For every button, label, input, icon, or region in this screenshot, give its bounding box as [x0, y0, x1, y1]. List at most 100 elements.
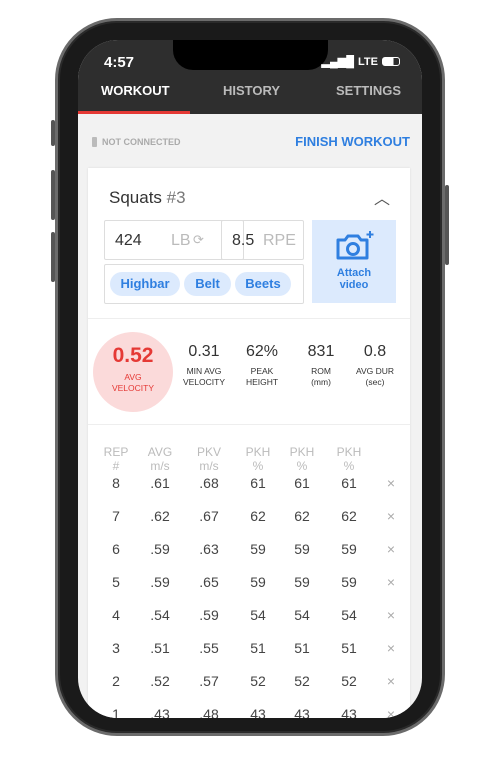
- attach-label-1: Attach: [336, 267, 372, 279]
- header-bar: 4:57 ▂▄▆█ LTE WORKOUT HISTORY SETTINGS: [78, 40, 422, 114]
- exercise-name: Squats: [109, 188, 162, 207]
- convert-unit-icon[interactable]: ⟳: [193, 232, 204, 248]
- delete-rep-icon[interactable]: ×: [371, 706, 411, 718]
- set-number: #3: [166, 188, 186, 207]
- rpe-unit: RPE: [263, 232, 296, 249]
- table-cell: 59: [250, 574, 266, 590]
- table-cell: 59: [250, 541, 266, 557]
- column-header: PKV m/s: [189, 445, 229, 473]
- volume-up-button: [51, 170, 55, 220]
- tag-chip[interactable]: Highbar: [110, 272, 180, 296]
- table-cell: 62: [250, 508, 266, 524]
- stat-value: 62%: [245, 343, 279, 360]
- attach-label-2: video: [339, 279, 369, 291]
- table-cell: 43: [294, 706, 310, 718]
- stat-peak-height: 62% PEAK HEIGHT: [232, 343, 292, 388]
- table-cell: .48: [199, 706, 219, 718]
- table-cell: 52: [250, 673, 266, 689]
- tab-settings[interactable]: SETTINGS: [336, 83, 401, 98]
- weight-value: 424: [115, 232, 142, 249]
- table-cell: .59: [150, 574, 170, 590]
- header-line: PKV: [196, 445, 221, 459]
- table-cell: 59: [294, 541, 310, 557]
- delete-rep-icon[interactable]: ×: [371, 640, 411, 656]
- attach-video-button[interactable]: Attach video: [312, 220, 396, 303]
- tag-chip[interactable]: Beets: [235, 272, 291, 296]
- table-cell: 1: [112, 706, 120, 718]
- header-line: %: [296, 459, 308, 473]
- mute-switch: [51, 120, 55, 146]
- connection-status: NOT CONNECTED: [92, 137, 181, 147]
- finish-workout-button[interactable]: FINISH WORKOUT: [295, 134, 410, 149]
- table-cell: .65: [199, 574, 219, 590]
- table-cell: 8: [112, 475, 120, 491]
- stat-label: VELOCITY: [182, 377, 226, 387]
- delete-rep-icon[interactable]: ×: [371, 508, 411, 524]
- stat-value: 0.31: [188, 343, 220, 360]
- divider: [88, 424, 410, 425]
- table-cell: 43: [250, 706, 266, 718]
- table-cell: .57: [199, 673, 219, 689]
- stat-label: ROM: [311, 366, 331, 376]
- tab-workout[interactable]: WORKOUT: [101, 83, 170, 98]
- column-header: REP #: [96, 445, 136, 473]
- table-cell: .51: [150, 640, 170, 656]
- avg-velocity-label: AVG: [124, 372, 142, 382]
- stat-label: (sec): [365, 377, 385, 387]
- delete-rep-icon[interactable]: ×: [371, 541, 411, 557]
- table-cell: .63: [199, 541, 219, 557]
- table-cell: 62: [341, 508, 357, 524]
- avg-velocity-highlight: 0.52 AVG VELOCITY: [93, 332, 173, 412]
- table-cell: 7: [112, 508, 120, 524]
- table-cell: 51: [341, 640, 357, 656]
- header-line: AVG: [147, 445, 173, 459]
- tag-chip[interactable]: Belt: [184, 272, 231, 296]
- table-cell: .62: [150, 508, 170, 524]
- stat-label: (mm): [311, 377, 331, 387]
- delete-rep-icon[interactable]: ×: [371, 475, 411, 491]
- exercise-card: Squats #3 ︿ 424 LB ⟳ 8.5 RPE Highbar Bel…: [88, 168, 410, 718]
- table-cell: .43: [150, 706, 170, 718]
- avg-velocity-label: VELOCITY: [111, 383, 155, 393]
- active-tab-indicator: [78, 111, 190, 114]
- tab-history[interactable]: HISTORY: [223, 83, 280, 98]
- table-cell: 43: [341, 706, 357, 718]
- signal-icon: ▂▄▆█: [321, 56, 355, 68]
- header-line: PKH: [336, 445, 362, 459]
- table-cell: .68: [199, 475, 219, 491]
- table-cell: 59: [294, 574, 310, 590]
- power-button: [445, 185, 449, 265]
- volume-down-button: [51, 232, 55, 282]
- table-cell: 51: [250, 640, 266, 656]
- table-cell: 6: [112, 541, 120, 557]
- sensor-icon: [92, 137, 97, 147]
- table-cell: 52: [341, 673, 357, 689]
- camera-plus-icon: [336, 231, 374, 260]
- table-cell: 54: [341, 607, 357, 623]
- table-cell: 61: [250, 475, 266, 491]
- column-header: PKH%: [238, 445, 278, 473]
- table-cell: 59: [341, 541, 357, 557]
- table-cell: 54: [294, 607, 310, 623]
- table-cell: 54: [250, 607, 266, 623]
- avg-velocity-value: 0.52: [112, 344, 154, 367]
- table-cell: 51: [294, 640, 310, 656]
- stat-rom: 831 ROM (mm): [291, 343, 351, 388]
- delete-rep-icon[interactable]: ×: [371, 673, 411, 689]
- table-cell: 61: [341, 475, 357, 491]
- delete-rep-icon[interactable]: ×: [371, 607, 411, 623]
- table-cell: 2: [112, 673, 120, 689]
- status-time: 4:57: [104, 54, 135, 71]
- stat-min-avg-velocity: 0.31 MIN AVG VELOCITY: [174, 343, 234, 388]
- weight-unit: LB: [171, 232, 191, 249]
- stat-label: MIN AVG: [186, 366, 222, 376]
- connection-label: NOT CONNECTED: [102, 137, 181, 147]
- table-cell: 59: [341, 574, 357, 590]
- stat-avg-duration: 0.8 AVG DUR (sec): [345, 343, 405, 388]
- column-header: AVG m/s: [140, 445, 180, 473]
- chevron-up-icon[interactable]: ︿: [374, 185, 390, 209]
- delete-rep-icon[interactable]: ×: [371, 574, 411, 590]
- app-screen: 4:57 ▂▄▆█ LTE WORKOUT HISTORY SETTINGS N…: [78, 40, 422, 718]
- rpe-input[interactable]: 8.5 RPE: [221, 220, 304, 260]
- table-cell: .59: [150, 541, 170, 557]
